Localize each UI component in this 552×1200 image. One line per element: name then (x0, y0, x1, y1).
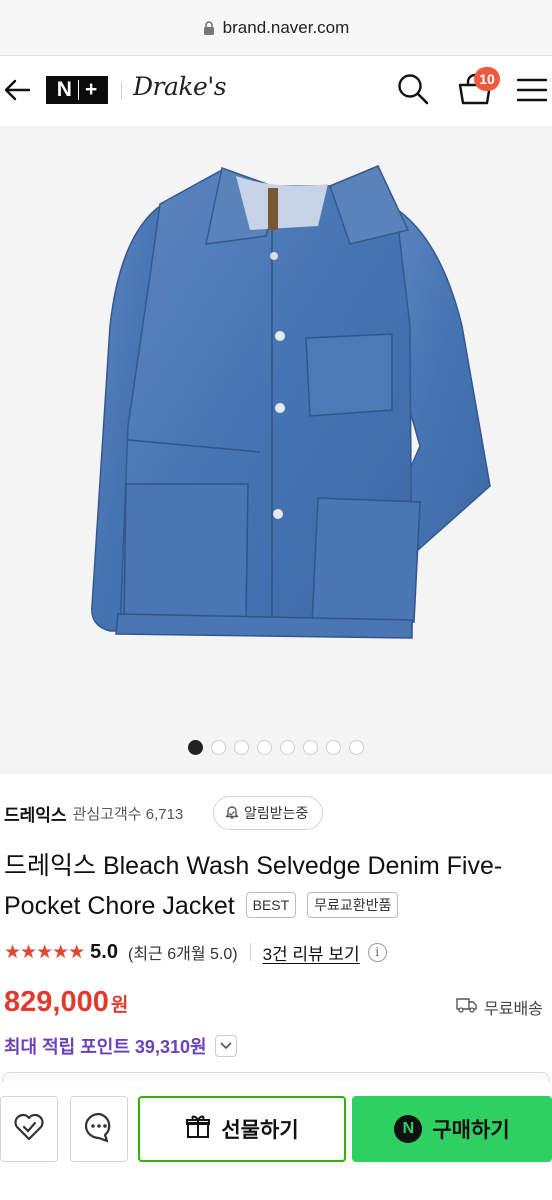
heart-check-icon (12, 1112, 46, 1147)
follower-count: 관심고객수 6,713 (72, 805, 184, 823)
gallery-dot[interactable] (257, 740, 272, 755)
search-icon[interactable] (396, 72, 430, 106)
nplus-logo-n: N (56, 78, 72, 101)
npay-icon: N (394, 1115, 423, 1143)
back-arrow-icon[interactable] (2, 72, 32, 108)
bottom-action-bar: 선물하기 N 구매하기 (0, 1082, 552, 1200)
buy-label: 구매하기 (432, 1119, 510, 1142)
review-link[interactable]: 3건 리뷰 보기 (263, 940, 360, 965)
gallery-dot[interactable] (303, 740, 318, 755)
app-header: N + Drake's 10 (0, 56, 552, 124)
gift-button[interactable]: 선물하기 (138, 1096, 346, 1162)
gallery-dot[interactable] (211, 740, 226, 755)
gallery-dot[interactable] (234, 740, 249, 755)
max-points: 최대 적립 포인트 39,310원 (4, 1037, 207, 1057)
alarm-button[interactable]: 알림받는중 (213, 796, 324, 830)
gallery-dot[interactable] (349, 740, 364, 755)
gallery-dot[interactable] (326, 740, 341, 755)
rating-score: 5.0 (90, 940, 118, 963)
product-title-block: 드레익스 Bleach Wash Selvedge Denim Five-Poc… (4, 846, 544, 926)
gallery-dot[interactable] (188, 740, 203, 755)
gift-label: 선물하기 (221, 1119, 299, 1142)
info-icon[interactable]: i (367, 942, 387, 962)
points-row[interactable]: 최대 적립 포인트 39,310원 (4, 1032, 237, 1060)
brand-logo[interactable]: Drake's (133, 72, 227, 101)
cart-count-badge: 10 (474, 67, 500, 91)
gallery-dots (0, 740, 552, 756)
product-image[interactable] (0, 126, 552, 774)
free-return-tag: 무료교환반품 (307, 892, 399, 918)
chat-icon (83, 1111, 115, 1148)
shipping-info: 무료배송 (456, 994, 543, 1020)
nplus-logo-plus: + (84, 78, 98, 101)
shipping-label: 무료배송 (484, 1001, 543, 1018)
wishlist-button[interactable] (0, 1096, 58, 1162)
nplus-logo-divider (77, 80, 79, 100)
gallery-dot[interactable] (280, 740, 295, 755)
lock-icon (203, 20, 215, 35)
chevron-down-icon[interactable] (214, 1035, 237, 1057)
rating-row: ★★★★★ 5.0 (최근 6개월 5.0) 3건 리뷰 보기 i (4, 938, 387, 966)
denim-jacket-image (91, 165, 491, 639)
star-rating: ★★★★★ (4, 941, 85, 963)
url-bar[interactable]: brand.naver.com (0, 0, 552, 56)
truck-icon (456, 997, 478, 1018)
talk-button[interactable] (70, 1096, 128, 1162)
seller-row: 드레익스 관심고객수 6,713 (4, 796, 183, 830)
recent-rating: (최근 6개월 5.0) (127, 946, 238, 963)
bell-icon (224, 804, 240, 823)
menu-icon[interactable] (515, 76, 549, 104)
nplus-logo[interactable]: N + (46, 76, 108, 104)
url-text: brand.naver.com (222, 17, 350, 37)
price-currency: 원 (110, 995, 129, 1016)
buy-button[interactable]: N 구매하기 (352, 1096, 552, 1162)
price-value: 829,000 (4, 986, 109, 1018)
best-tag: BEST (245, 892, 297, 918)
header-divider (121, 82, 122, 100)
alarm-label: 알림받는중 (244, 805, 309, 821)
price-row: 829,000 원 (4, 986, 128, 1026)
rating-divider (249, 943, 251, 961)
seller-name[interactable]: 드레익스 (4, 801, 67, 826)
gift-icon (185, 1113, 211, 1145)
